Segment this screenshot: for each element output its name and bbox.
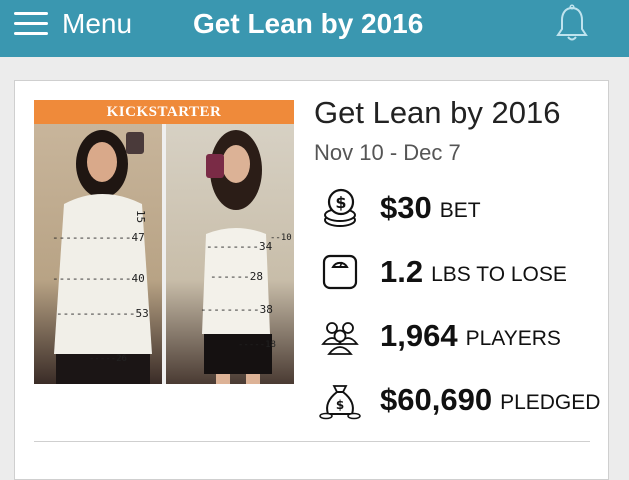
measurement-label: --10 (270, 233, 292, 243)
coins-icon: $ (324, 188, 356, 227)
players-unit: PLAYERS (465, 327, 561, 350)
measurement-label: -----26 (89, 354, 127, 364)
kickstarter-banner: KICKSTARTER (34, 100, 294, 124)
program-title: Get Lean by 2016 (314, 95, 561, 130)
bet-value: $30 (380, 190, 432, 225)
card-divider (34, 441, 590, 442)
app-header: Menu Get Lean by 2016 (0, 0, 629, 57)
stat-bet: $ $30 BET (318, 186, 481, 230)
money-bag-icon: $ (319, 385, 361, 420)
measurement-label: ---------38 (200, 303, 273, 316)
measurement-label: 15 (134, 209, 148, 224)
pledged-value: $60,690 (380, 382, 493, 417)
measurement-label: --------34 (206, 240, 273, 253)
lbs-unit: LBS TO LOSE (431, 263, 567, 286)
measurement-label: ------------40 (52, 272, 145, 285)
menu-label: Menu (62, 8, 133, 39)
stat-pledged: $ $60,690 PLEDGED (318, 378, 600, 422)
page-title: Get Lean by 2016 (193, 8, 424, 39)
svg-text:$: $ (336, 398, 344, 412)
pledged-unit: PLEDGED (500, 391, 601, 414)
measurement-label: ------------53 (56, 307, 149, 320)
stat-players: 1,964 PLAYERS (318, 314, 561, 358)
stat-lbs: 1.2 LBS TO LOSE (318, 250, 567, 294)
before-after-photo[interactable]: KICKSTARTER 15 ------------47 ----------… (34, 100, 294, 384)
svg-text:$: $ (335, 193, 346, 212)
players-value: 1,964 (380, 318, 458, 353)
scale-icon (322, 254, 358, 290)
bell-icon[interactable] (553, 4, 591, 44)
program-dates: Nov 10 - Dec 7 (314, 140, 461, 165)
measurement-label: -----18 (238, 340, 276, 350)
before-photo (34, 124, 162, 384)
hamburger-icon (14, 11, 48, 37)
measurement-label: ------28 (210, 270, 263, 283)
lbs-value: 1.2 (380, 254, 424, 289)
measurement-label: ------------47 (52, 231, 145, 244)
menu-button[interactable]: Menu (14, 6, 132, 42)
players-icon (321, 322, 359, 355)
bet-unit: BET (439, 199, 481, 222)
